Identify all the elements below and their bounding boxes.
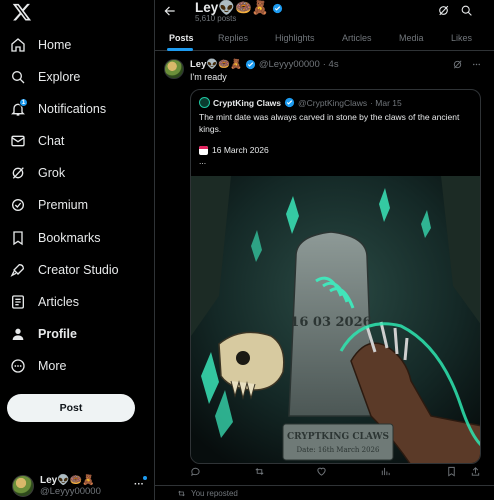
account-handle: @Leyyy00000 [40,486,101,497]
main-column: Ley👽🍩🧸 5,610 posts Posts Replies Highlig… [155,0,494,500]
repost-icon [178,490,185,497]
nav-premium[interactable]: Premium [10,193,88,217]
nav-profile-label: Profile [38,327,77,341]
post-button[interactable]: Post [7,394,135,422]
tab-media[interactable]: Media [399,26,424,50]
bookmark-icon [13,231,23,246]
quoted-author-name: CryptKing Claws [213,97,282,108]
person-icon [12,328,24,340]
tweet-author-name[interactable]: Ley👽🍩🧸 [190,59,242,70]
nav-notifications[interactable]: 1 Notifications [10,97,106,121]
quoted-avatar [199,97,210,108]
verified-badge-icon [245,59,255,70]
tweet-author-handle[interactable]: @Leyyy00000 [259,59,320,70]
x-logo-icon[interactable] [12,2,32,22]
nav-creator-studio-label: Creator Studio [38,263,119,277]
nav-bookmarks-label: Bookmarks [38,231,101,245]
tab-articles[interactable]: Articles [342,26,372,50]
quoted-text: The mint date was always carved in stone… [199,112,460,134]
nav-creator-studio[interactable]: Creator Studio [10,258,119,282]
views-icon[interactable] [380,466,391,477]
nav-premium-label: Premium [38,198,89,212]
quoted-date-line: 16 March 2026 [199,145,269,155]
nav-articles-label: Articles [38,295,79,309]
grok-icon [12,167,24,179]
calendar-icon [199,145,208,155]
back-arrow-icon[interactable] [163,4,177,18]
plaque-subtitle: Date: 16th March 2026 [297,446,380,454]
quoted-media-image[interactable]: 16 03 2026 CRYPTKING CLAWS Date: 16th Ma… [191,176,481,464]
nav-bookmarks[interactable]: Bookmarks [10,226,101,250]
tweet-actions [190,466,485,480]
profile-header: Ley👽🍩🧸 5,610 posts [155,0,494,25]
active-tab-indicator [167,48,193,51]
bookmark-icon[interactable] [446,466,457,477]
nav-more[interactable]: More [10,354,66,378]
verified-badge-icon [284,97,295,108]
tweet-header: Ley👽🍩🧸 @Leyyy00000 · 4s [190,59,339,70]
repost-indicator: You reposted [177,489,238,498]
account-name: Ley👽🍩🧸 [40,475,95,486]
share-icon[interactable] [470,466,481,477]
reply-icon[interactable] [190,466,201,477]
search-icon [12,71,25,84]
quoted-date-text: 16 March 2026 [212,145,269,155]
home-icon [11,38,25,52]
profile-tabs: Posts Replies Highlights Articles Media … [155,26,494,51]
nav-grok[interactable]: Grok [10,161,65,185]
notification-badge: 1 [19,98,28,107]
nav-notifications-label: Notifications [38,102,107,116]
quoted-time: · Mar 15 [370,97,402,108]
stone-date-text: 16 03 2026 [290,315,371,330]
nav-chat-label: Chat [38,134,65,148]
repost-indicator-label: You reposted [191,489,238,498]
article-icon [12,295,24,309]
nav-articles[interactable]: Articles [10,290,79,314]
quoted-author-handle: @CryptKingClaws [298,97,368,108]
rocket-icon [10,263,25,277]
nav-grok-label: Grok [38,166,66,180]
quoted-ellipsis: ... [199,156,207,166]
plaque-title: CRYPTKING CLAWS [287,432,389,442]
sidebar: Home Explore 1 Notifications Chat Grok P… [0,0,155,500]
tweet-avatar[interactable] [164,59,184,79]
account-info: Ley👽🍩🧸 @Leyyy00000 [40,475,101,497]
nav-chat[interactable]: Chat [10,129,64,153]
skull-eye [236,351,250,365]
status-dot [143,476,147,480]
tweet-time[interactable]: · 4s [323,59,339,70]
grok-analyze-icon[interactable] [437,4,450,17]
tweet-text: I'm ready [190,72,227,82]
avatar [12,475,34,497]
search-icon[interactable] [460,4,473,17]
tab-likes[interactable]: Likes [451,26,472,50]
post-count: 5,610 posts [195,14,237,23]
nav-home[interactable]: Home [10,33,71,57]
tab-posts[interactable]: Posts [169,26,194,50]
nav-home-label: Home [38,38,72,52]
grok-explain-icon[interactable] [452,59,463,70]
quoted-tweet-header: CryptKing Claws @CryptKingClaws · Mar 15 [199,97,402,108]
premium-icon [12,199,24,211]
more-options-icon[interactable] [471,59,482,70]
more-dots-icon: ··· [134,479,144,490]
skull [218,331,285,391]
account-switcher[interactable]: Ley👽🍩🧸 @Leyyy00000 ··· [12,474,150,498]
nav-explore-label: Explore [38,70,81,84]
verified-badge-icon [272,3,282,13]
stone-plaque [282,423,394,461]
mail-icon [11,135,25,147]
tab-replies[interactable]: Replies [218,26,248,50]
nav-more-label: More [38,359,67,373]
nav-profile[interactable]: Profile [10,322,77,346]
like-icon[interactable] [316,466,327,477]
more-circle-icon [11,359,25,373]
tab-highlights[interactable]: Highlights [275,26,315,50]
quoted-tweet[interactable]: CryptKing Claws @CryptKingClaws · Mar 15… [190,89,481,464]
bell-wrap: 1 [10,98,28,117]
repost-icon[interactable] [254,466,265,477]
divider [155,485,494,486]
nav-explore[interactable]: Explore [10,65,80,89]
